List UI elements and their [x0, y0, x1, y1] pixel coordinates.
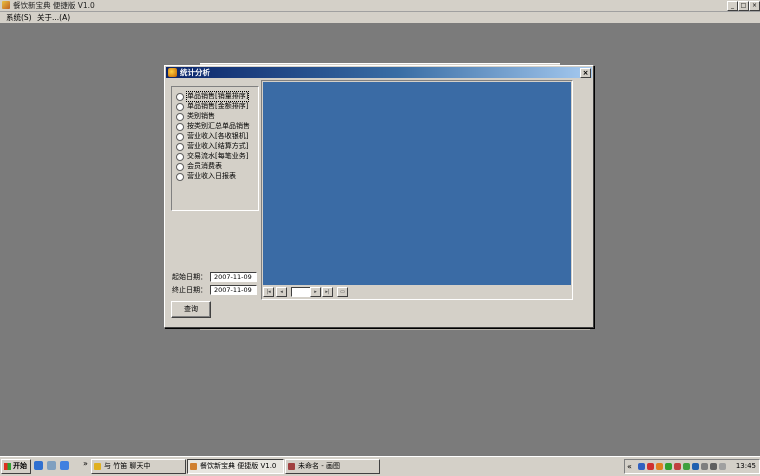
page-number-field[interactable] [291, 287, 311, 297]
task-label: 未命名 - 画图 [298, 462, 340, 470]
report-viewer[interactable] [263, 82, 571, 285]
volume-icon[interactable] [710, 463, 717, 470]
radio-button[interactable] [176, 173, 184, 181]
prev-page-button[interactable]: ◂ [276, 287, 287, 297]
paint-icon [288, 463, 295, 470]
task-paint[interactable]: 未命名 - 画图 [285, 459, 380, 474]
app-icon[interactable] [2, 1, 10, 9]
menu-system[interactable]: 系统(S) [4, 12, 34, 23]
download-icon[interactable] [683, 463, 690, 470]
first-page-button[interactable]: |◂ [263, 287, 274, 297]
radio-label: 类别销售 [187, 112, 215, 120]
display-icon[interactable] [701, 463, 708, 470]
security-icon[interactable] [674, 463, 681, 470]
start-date-label: 起始日期： [172, 273, 207, 281]
tray-collapse-icon[interactable]: « [627, 460, 632, 473]
input-method-icon[interactable] [719, 463, 726, 470]
dialog-title: 统计分析 [180, 68, 210, 77]
quick-launch-overflow-icon[interactable]: » [83, 457, 88, 470]
taskbar: 开始 » 与 竹笛 聊天中 餐饮新宝典 便捷版 V1.0 未命名 - 画图 « … [0, 456, 760, 476]
app-title: 餐饮新宝典 便捷版 V1.0 [13, 1, 95, 10]
desktop-icon[interactable] [47, 461, 56, 470]
radio-label: 营业收入[各收银机] [187, 132, 249, 140]
start-button[interactable]: 开始 [1, 459, 31, 474]
chat-icon [94, 463, 101, 470]
maximize-button[interactable]: □ [738, 1, 749, 11]
radio-label: 单品销售[销量排序] [185, 91, 250, 102]
dialog-titlebar[interactable]: 统计分析 × [166, 67, 592, 78]
task-label: 餐饮新宝典 便捷版 V1.0 [200, 462, 277, 470]
radio-label: 交易流水[每笔业务] [187, 152, 249, 160]
task-chat[interactable]: 与 竹笛 聊天中 [91, 459, 186, 474]
end-date-label: 终止日期： [172, 286, 207, 294]
statistics-dialog: 统计分析 × 单品销售[销量排序] 单品销售[金额排序] 类别销售 按类别汇总单… [164, 65, 594, 328]
radio-label: 营业收入[结算方式] [187, 142, 249, 150]
print-button[interactable]: ▭ [337, 287, 348, 297]
next-page-button[interactable]: ▸ [310, 287, 321, 297]
task-label: 与 竹笛 聊天中 [104, 462, 151, 470]
dialog-close-button[interactable]: × [580, 68, 591, 78]
antivirus-icon[interactable] [647, 463, 654, 470]
report-navigation: |◂ ◂ ▸ ▸| ▭ [263, 287, 571, 297]
app-icon [190, 463, 197, 470]
start-date-field[interactable]: 2007-11-09 [210, 272, 257, 282]
radio-button[interactable] [176, 153, 184, 161]
radio-button[interactable] [176, 133, 184, 141]
menu-bar: 系统(S) 关于...(A) [0, 12, 760, 23]
radio-button[interactable] [176, 123, 184, 131]
task-app[interactable]: 餐饮新宝典 便捷版 V1.0 [187, 459, 284, 474]
radio-label: 会员消费表 [187, 162, 222, 170]
network-icon[interactable] [638, 463, 645, 470]
update-icon[interactable] [692, 463, 699, 470]
radio-label: 营业收入日报表 [187, 172, 236, 180]
minimize-button[interactable]: _ [727, 1, 738, 11]
radio-button[interactable] [176, 113, 184, 121]
report-type-group: 单品销售[销量排序] 单品销售[金额排序] 类别销售 按类别汇总单品销售 营业收… [171, 86, 259, 211]
clock[interactable]: 13:45 [736, 460, 756, 473]
ie-icon[interactable] [34, 461, 43, 470]
system-tray: « 13:45 [624, 459, 760, 474]
radio-button[interactable] [176, 93, 184, 101]
radio-button[interactable] [176, 163, 184, 171]
end-date-field[interactable]: 2007-11-09 [210, 285, 257, 295]
media-icon[interactable] [60, 461, 69, 470]
radio-button[interactable] [176, 103, 184, 111]
messenger-icon[interactable] [656, 463, 663, 470]
radio-label: 按类别汇总单品销售 [187, 122, 250, 130]
last-page-button[interactable]: ▸| [322, 287, 333, 297]
radio-button[interactable] [176, 143, 184, 151]
report-frame: |◂ ◂ ▸ ▸| ▭ [261, 80, 573, 300]
dialog-icon [168, 68, 177, 77]
radio-label: 单品销售[金额排序] [187, 102, 249, 110]
query-button[interactable]: 查询 [171, 301, 211, 318]
start-label: 开始 [13, 462, 27, 470]
windows-flag-icon [4, 463, 11, 470]
menu-about[interactable]: 关于...(A) [35, 12, 72, 23]
im-icon[interactable] [665, 463, 672, 470]
close-button[interactable]: × [749, 1, 760, 11]
app-titlebar: 餐饮新宝典 便捷版 V1.0 _ □ × [0, 0, 760, 12]
